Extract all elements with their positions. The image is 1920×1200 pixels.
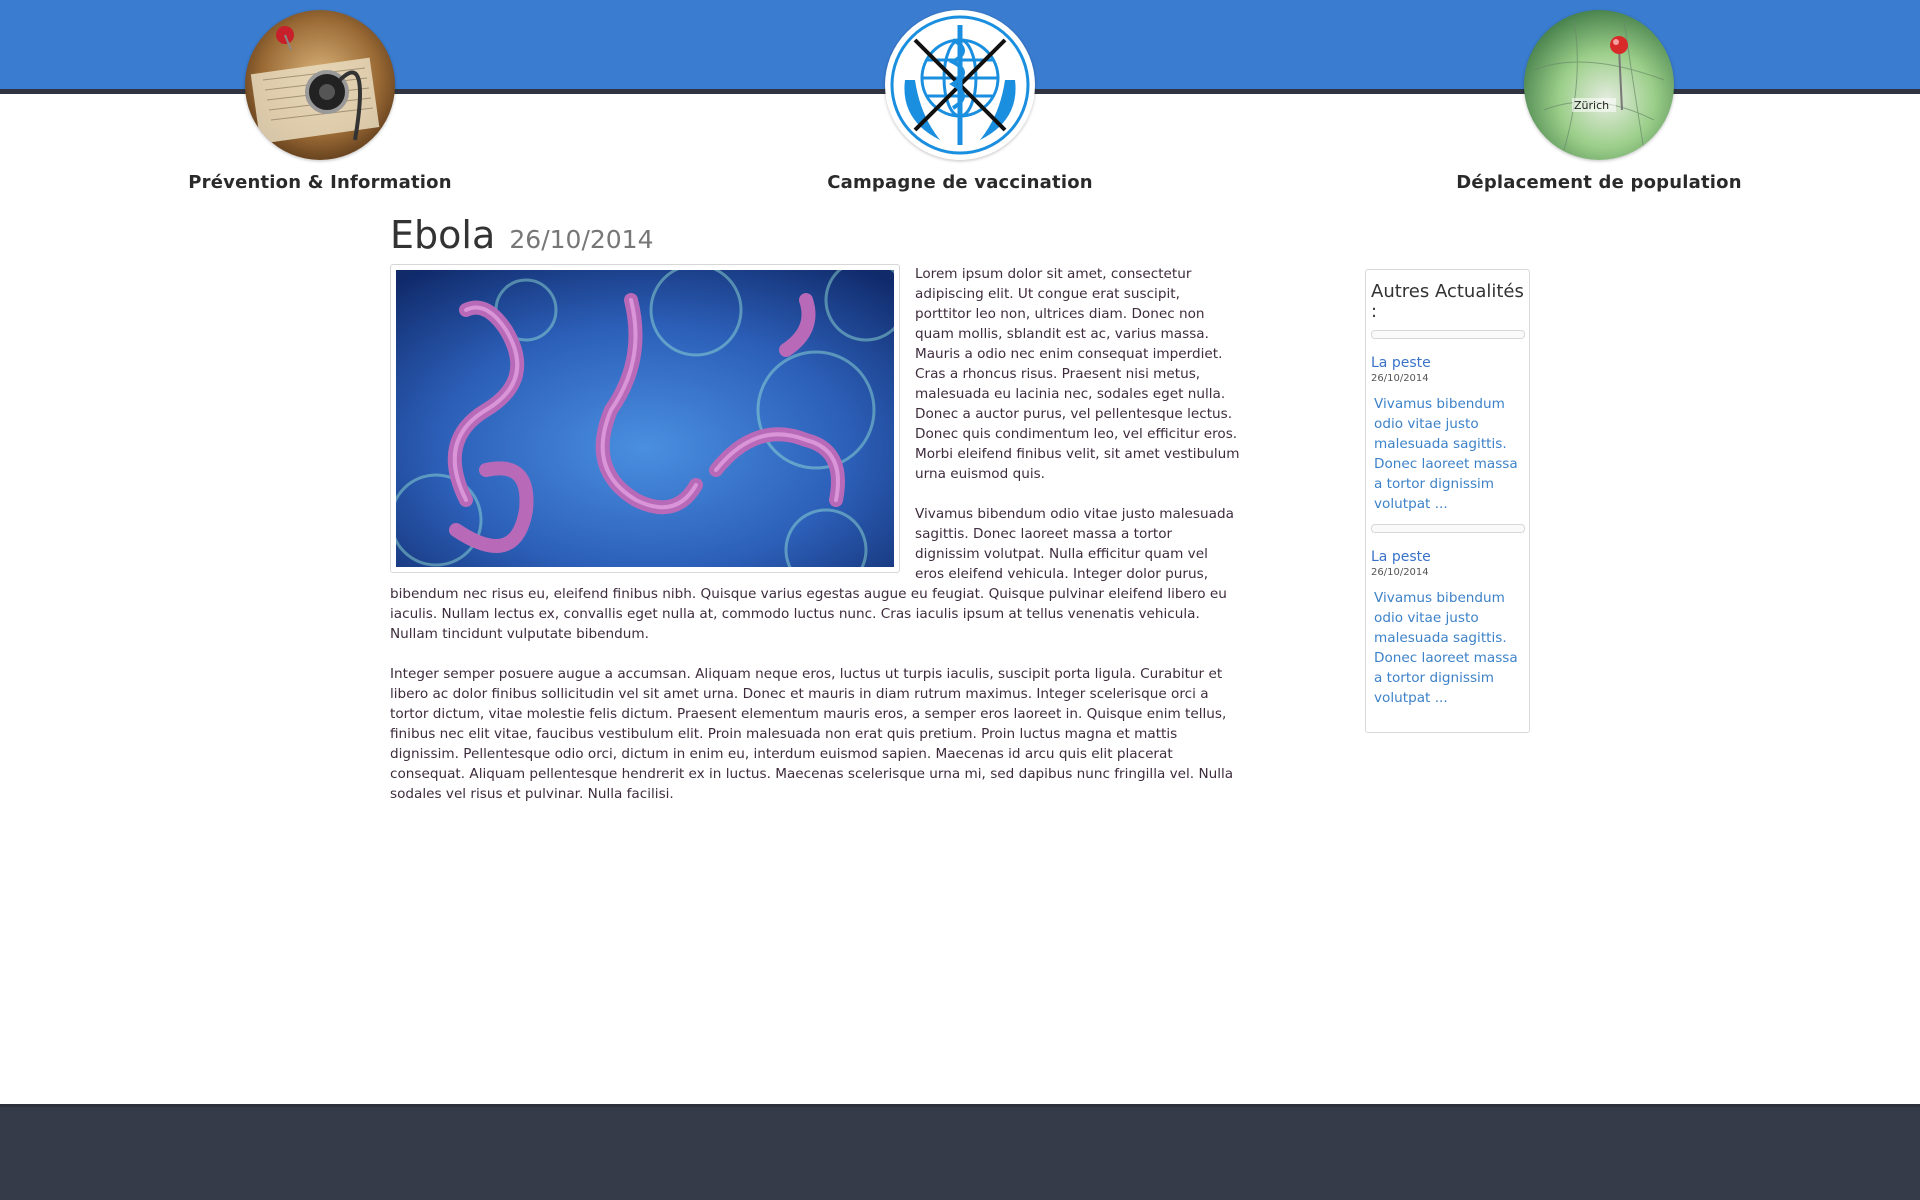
stethoscope-book-image bbox=[245, 10, 395, 160]
sidebar-other-news: Autres Actualités : La peste 26/10/2014 … bbox=[1365, 269, 1530, 733]
nav-item-vaccination[interactable]: Campagne de vaccination bbox=[810, 10, 1110, 193]
nav-item-prevention[interactable]: Prévention & Information bbox=[170, 10, 470, 193]
map-pin-zurich-image: Zürich bbox=[1524, 10, 1674, 160]
news-title-link[interactable]: La peste bbox=[1371, 549, 1525, 565]
news-excerpt-link[interactable]: Vivamus bibendum odio vitae justo malesu… bbox=[1371, 588, 1525, 708]
news-date: 26/10/2014 bbox=[1371, 373, 1429, 384]
news-date: 26/10/2014 bbox=[1371, 567, 1429, 578]
nav-item-population[interactable]: Zürich Déplacement de population bbox=[1449, 10, 1749, 193]
nav-label-population: Déplacement de population bbox=[1456, 172, 1742, 193]
divider bbox=[1371, 524, 1525, 533]
sidebar-title: Autres Actualités : bbox=[1371, 281, 1524, 322]
article-body: Lorem ipsum dolor sit amet, consectetur … bbox=[390, 264, 1240, 804]
article-title: Ebola bbox=[390, 213, 496, 257]
divider bbox=[1371, 330, 1525, 339]
article-date: 26/10/2014 bbox=[509, 225, 654, 254]
who-emblem-image bbox=[885, 10, 1035, 160]
nav-label-vaccination: Campagne de vaccination bbox=[827, 172, 1093, 193]
news-item: La peste 26/10/2014 Vivamus bibendum odi… bbox=[1371, 355, 1525, 514]
news-excerpt-link[interactable]: Vivamus bibendum odio vitae justo malesu… bbox=[1371, 394, 1525, 514]
article: Ebola 26/10/2014 Lorem ipsum dolor sit a… bbox=[390, 216, 1240, 824]
news-title-link[interactable]: La peste bbox=[1371, 355, 1525, 371]
ebola-virus-image bbox=[390, 264, 900, 573]
article-paragraph: Integer semper posuere augue a accumsan.… bbox=[390, 666, 1234, 802]
svg-text:Zürich: Zürich bbox=[1574, 99, 1609, 112]
footer bbox=[0, 1104, 1920, 1200]
nav-label-prevention: Prévention & Information bbox=[188, 172, 452, 193]
news-item: La peste 26/10/2014 Vivamus bibendum odi… bbox=[1371, 549, 1525, 708]
article-header: Ebola 26/10/2014 bbox=[390, 216, 1240, 254]
